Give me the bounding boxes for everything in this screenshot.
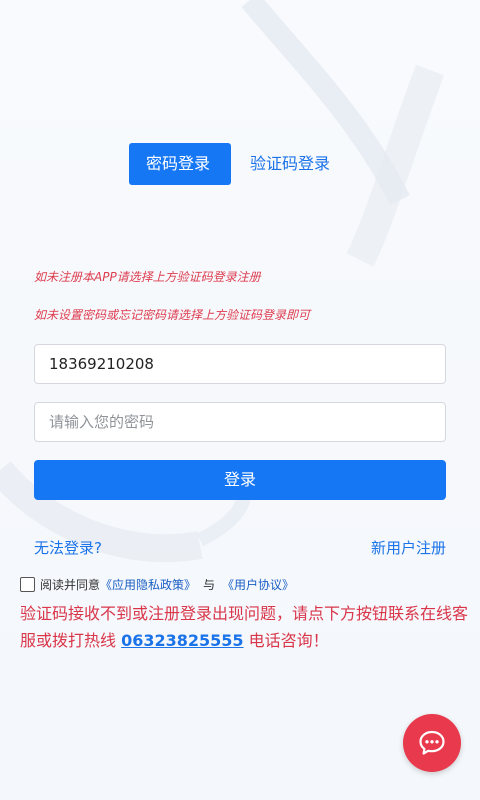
password-field <box>34 402 446 442</box>
hotline-link[interactable]: 06323825555 <box>121 631 243 650</box>
background-decoration <box>0 0 445 563</box>
agreement-row: 阅读并同意 《应用隐私政策》 与 《用户协议》 <box>20 576 294 593</box>
register-link[interactable]: 新用户注册 <box>371 537 446 558</box>
notice-password: 如未设置密码或忘记密码请选择上方验证码登录即可 <box>34 308 311 322</box>
agreement-checkbox[interactable] <box>20 577 35 592</box>
privacy-policy-link[interactable]: 《应用隐私政策》 <box>100 576 196 593</box>
phone-input[interactable] <box>35 345 445 383</box>
chat-bubble-icon <box>419 730 445 755</box>
agreement-prefix: 阅读并同意 <box>40 578 101 592</box>
user-agreement-link[interactable]: 《用户协议》 <box>222 576 294 593</box>
login-mode-tabs: 密码登录 验证码登录 <box>129 143 347 185</box>
agreement-and: 与 <box>203 578 216 592</box>
tab-password-login[interactable]: 密码登录 <box>129 143 231 185</box>
help-message: 验证码接收不到或注册登录出现问题，请点下方按钮联系在线客服或拨打热线 06323… <box>20 600 468 654</box>
phone-field <box>34 344 446 384</box>
notice-register: 如未注册本APP请选择上方验证码登录注册 <box>34 270 261 284</box>
login-page: 密码登录 验证码登录 如未注册本APP请选择上方验证码登录注册 如未设置密码或忘… <box>0 0 480 800</box>
password-input[interactable] <box>35 403 445 441</box>
login-button[interactable]: 登录 <box>34 460 446 500</box>
cannot-login-link[interactable]: 无法登录? <box>34 537 102 558</box>
chat-button[interactable] <box>403 714 461 772</box>
help-after: 电话咨询！ <box>243 631 329 650</box>
tab-sms-code-login[interactable]: 验证码登录 <box>231 143 347 185</box>
